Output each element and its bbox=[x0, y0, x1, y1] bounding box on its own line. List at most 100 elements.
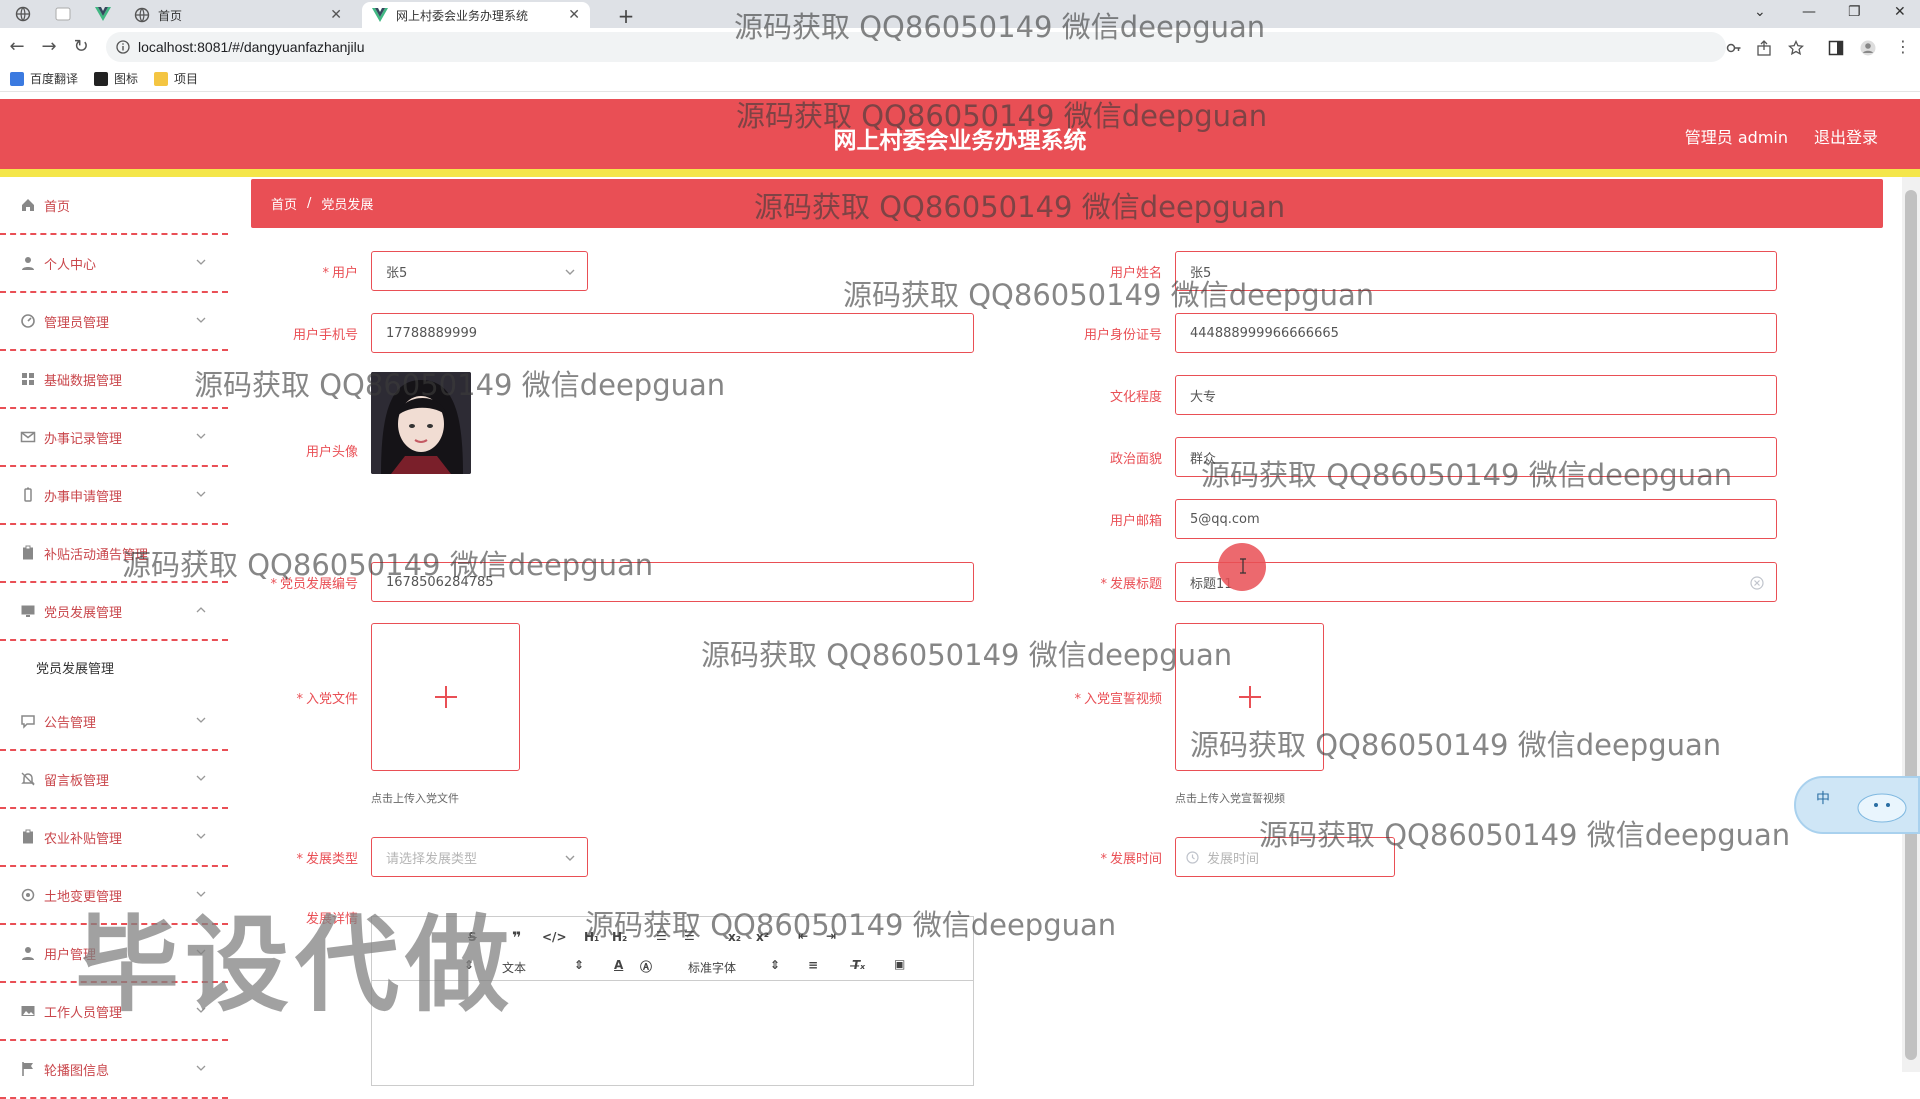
minimize-button[interactable]: — bbox=[1802, 4, 1816, 20]
home-icon bbox=[22, 199, 34, 211]
font-family-select[interactable]: 标准字体 bbox=[688, 959, 736, 976]
sidebar-item-label: 办事记录管理 bbox=[44, 431, 123, 447]
close-icon[interactable]: ✕ bbox=[330, 7, 342, 23]
email-field[interactable]: 5@qq.com bbox=[1175, 499, 1777, 539]
clear-circle-icon[interactable] bbox=[1750, 576, 1764, 590]
sidebar-item-6[interactable]: 办事申请管理 bbox=[0, 467, 228, 525]
watermark: 源码获取 QQ86050149 微信deepguan bbox=[1190, 728, 1722, 762]
education-label: 文化程度 bbox=[1109, 390, 1162, 405]
image-insert-icon[interactable]: ▣ bbox=[894, 957, 905, 971]
side-panel-icon[interactable] bbox=[1828, 40, 1844, 56]
sidebar-item-8[interactable]: 党员发展管理 bbox=[0, 583, 228, 641]
sidebar-item-10[interactable]: 留言板管理 bbox=[0, 751, 228, 809]
code-icon[interactable]: </> bbox=[542, 930, 567, 944]
back-button[interactable]: ← bbox=[6, 36, 28, 58]
chevron-up-icon bbox=[196, 607, 206, 613]
close-icon[interactable]: ✕ bbox=[568, 7, 580, 23]
watermark: 源码获取 QQ86050149 微信deepguan bbox=[122, 548, 654, 582]
bookmark-item[interactable]: 百度翻译 bbox=[10, 70, 78, 87]
scrollbar-thumb[interactable] bbox=[1905, 190, 1917, 1060]
message-icon bbox=[21, 715, 35, 729]
sidebar-item-5[interactable]: 办事记录管理 bbox=[0, 409, 228, 467]
new-tab-button[interactable]: + bbox=[616, 4, 636, 28]
folder-icon bbox=[154, 71, 169, 86]
watermark: 源码获取 QQ86050149 微信deepguan bbox=[585, 908, 1117, 942]
align-icon[interactable]: ≡ bbox=[808, 958, 818, 972]
bookmark-item[interactable]: 图标 bbox=[94, 70, 138, 87]
user-select-value: 张5 bbox=[386, 265, 408, 281]
sidebar-subitem-label: 党员发展管理 bbox=[36, 661, 115, 677]
party-file-upload[interactable] bbox=[371, 623, 520, 771]
forward-button[interactable]: → bbox=[38, 36, 60, 58]
sidebar-item-label: 办事申请管理 bbox=[44, 489, 123, 505]
reload-button[interactable]: ↻ bbox=[70, 36, 92, 58]
sidebar-item-label: 首页 bbox=[44, 199, 71, 215]
watermark: 源码获取 QQ86050149 微信deepguan bbox=[194, 368, 726, 402]
political-label: 政治面貌 bbox=[1109, 452, 1162, 467]
tab-home[interactable]: 首页 ✕ bbox=[124, 2, 352, 28]
globe-icon bbox=[134, 7, 150, 23]
tab-app[interactable]: 网上村委会业务办理系统 ✕ bbox=[362, 2, 590, 28]
info-icon[interactable] bbox=[116, 40, 130, 54]
tab-search-icon[interactable]: ⌄ bbox=[1754, 4, 1766, 20]
sidebar-item-3[interactable]: 管理员管理 bbox=[0, 293, 228, 351]
sidebar-item-label: 党员发展管理 bbox=[44, 605, 123, 621]
email-value: 5@qq.com bbox=[1190, 511, 1260, 527]
battery-icon bbox=[24, 487, 32, 502]
plus-icon bbox=[434, 686, 457, 708]
id-card-value: 444888999966666665 bbox=[1190, 325, 1339, 341]
dev-type-placeholder: 请选择发展类型 bbox=[386, 851, 478, 867]
clear-format-icon[interactable]: T̶ₓ bbox=[852, 958, 865, 972]
sidebar-item-11[interactable]: 农业补贴管理 bbox=[0, 809, 228, 867]
close-window-button[interactable]: ✕ bbox=[1894, 4, 1906, 20]
sidebar-item-label: 公告管理 bbox=[44, 715, 97, 731]
flag-icon bbox=[22, 1062, 33, 1076]
phone-field[interactable]: 17788889999 bbox=[371, 313, 974, 353]
sidebar-item-15[interactable]: 轮播图信息 bbox=[0, 1041, 228, 1099]
pinned-tab[interactable] bbox=[50, 3, 76, 25]
education-field[interactable]: 大专 bbox=[1175, 375, 1777, 415]
sidebar-item-label: 管理员管理 bbox=[44, 315, 110, 331]
party-file-label: * 入党文件 bbox=[296, 692, 358, 707]
restore-button[interactable]: ❐ bbox=[1848, 4, 1861, 20]
id-card-field[interactable]: 444888999966666665 bbox=[1175, 313, 1777, 353]
sidebar-subitem-dev[interactable]: 党员发展管理 bbox=[0, 641, 228, 693]
breadcrumb-home[interactable]: 首页 bbox=[271, 194, 297, 213]
profile-icon[interactable] bbox=[1860, 40, 1876, 56]
breadcrumb-separator: / bbox=[307, 196, 312, 211]
pinned-tab[interactable] bbox=[10, 3, 36, 25]
header-user-label: 管理员 admin bbox=[1684, 128, 1788, 147]
clipboard-icon bbox=[23, 829, 33, 844]
more-menu-icon[interactable]: ⋮ bbox=[1892, 36, 1914, 58]
watermark: 源码获取 QQ86050149 微信deepguan bbox=[754, 190, 1286, 224]
user-select[interactable]: 张5 bbox=[371, 251, 588, 291]
background-color-icon[interactable]: Ⓐ bbox=[640, 958, 652, 975]
sidebar-item-1[interactable]: 首页 bbox=[0, 177, 228, 235]
logout-button[interactable]: 退出登录 bbox=[1814, 124, 1878, 148]
bookmark-label: 图标 bbox=[114, 72, 139, 86]
sidebar-item-label: 基础数据管理 bbox=[44, 373, 123, 389]
sidebar-item-label: 留言板管理 bbox=[44, 773, 110, 789]
key-icon[interactable] bbox=[1726, 40, 1742, 56]
education-value: 大专 bbox=[1190, 389, 1217, 405]
share-icon[interactable] bbox=[1756, 40, 1772, 56]
pinned-tab[interactable] bbox=[90, 3, 116, 25]
sidebar-item-9[interactable]: 公告管理 bbox=[0, 693, 228, 751]
chevron-down-icon bbox=[196, 833, 206, 839]
dev-type-select[interactable]: 请选择发展类型 bbox=[371, 837, 588, 877]
floating-ime-widget[interactable]: 中 bbox=[1794, 776, 1920, 834]
tab-title: 首页 bbox=[158, 8, 183, 23]
header-strip bbox=[0, 169, 1920, 177]
sidebar-item-2[interactable]: 个人中心 bbox=[0, 235, 228, 293]
bookmark-item[interactable]: 项目 bbox=[154, 70, 198, 87]
star-icon[interactable] bbox=[1788, 40, 1804, 56]
dev-type-label: * 发展类型 bbox=[296, 852, 358, 867]
bookmarks-bar: 百度翻译 图标 项目 bbox=[0, 66, 1920, 92]
chevron-down-icon bbox=[565, 269, 575, 275]
watermark: 源码获取 QQ86050149 微信deepguan bbox=[1201, 458, 1733, 492]
bell-icon bbox=[21, 772, 35, 786]
clipboard-icon bbox=[23, 545, 33, 560]
font-select-caret: ⇕ bbox=[770, 958, 781, 972]
sidebar-item-label: 轮播图信息 bbox=[44, 1063, 110, 1079]
font-color-icon[interactable]: A bbox=[614, 958, 623, 972]
